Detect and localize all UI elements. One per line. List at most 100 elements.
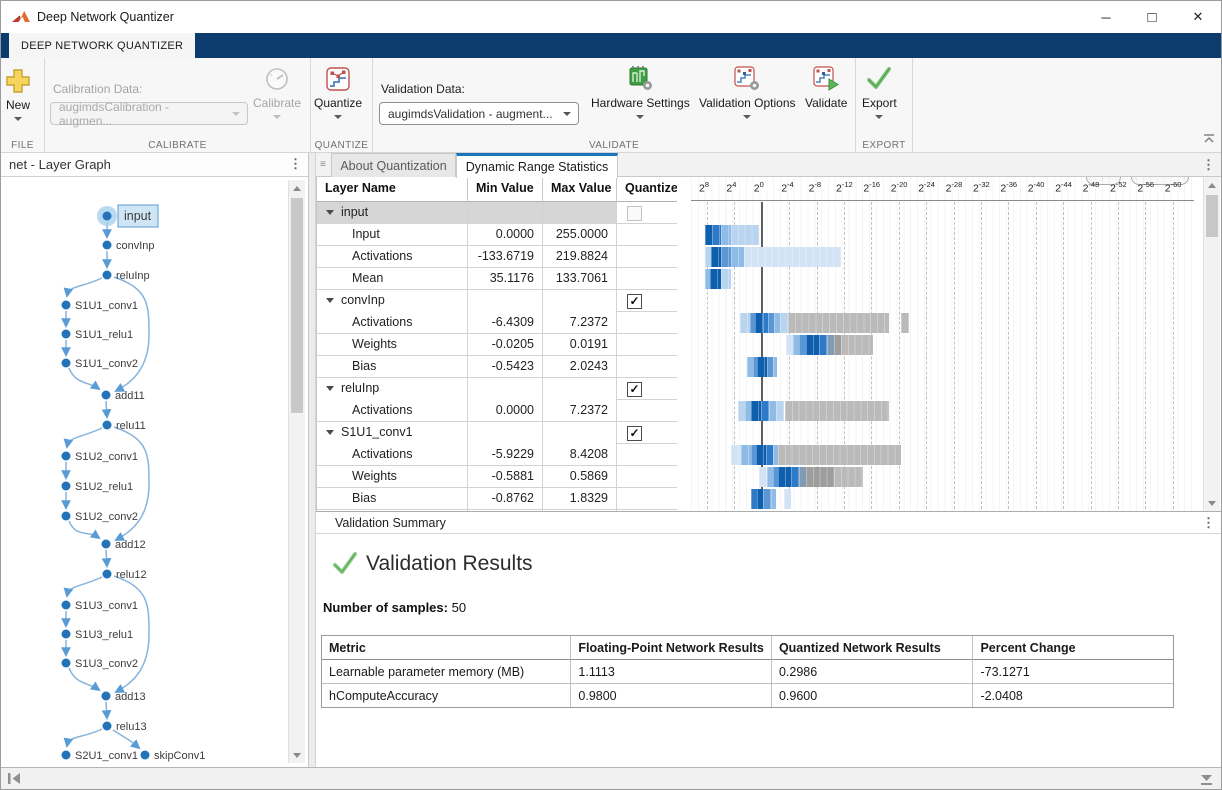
graph-node-add11[interactable]: add11 bbox=[102, 390, 145, 402]
quantize-checkbox[interactable]: ✓ bbox=[627, 426, 642, 441]
graph-node-convInp[interactable]: convInp bbox=[103, 240, 155, 252]
table-row[interactable]: Bias-0.54232.0243 bbox=[317, 356, 677, 378]
graph-node-S1U2_relu1[interactable]: S1U2_relu1 bbox=[62, 481, 134, 493]
minimize-button[interactable]: ─ bbox=[1083, 1, 1129, 33]
min-value bbox=[468, 378, 543, 400]
graph-node-S1U3_conv2[interactable]: S1U3_conv2 bbox=[62, 658, 139, 670]
calibrate-button[interactable]: Calibrate bbox=[253, 62, 301, 119]
validation-summary-menu-icon[interactable]: ⋮ bbox=[1202, 515, 1215, 531]
graph-node-S1U3_relu1[interactable]: S1U3_relu1 bbox=[62, 629, 134, 641]
combo-caret-icon bbox=[232, 112, 240, 116]
validate-button[interactable]: Validate bbox=[805, 62, 847, 110]
table-row[interactable]: Weights-0.02050.0191 bbox=[317, 334, 677, 356]
graph-node-relu11[interactable]: relu11 bbox=[103, 420, 146, 432]
table-row[interactable]: Activations-5.92298.4208 bbox=[317, 444, 677, 466]
layer-graph-scrollbar[interactable] bbox=[288, 180, 305, 763]
maximize-button[interactable]: □ bbox=[1129, 1, 1175, 33]
document-menu-icon[interactable]: ⋮ bbox=[1202, 157, 1215, 173]
expand-caret-icon[interactable] bbox=[326, 210, 334, 215]
table-row[interactable]: Weights-0.58810.5869 bbox=[317, 466, 677, 488]
scrollbar-thumb[interactable] bbox=[291, 198, 303, 413]
table-row[interactable]: reluInp✓ bbox=[317, 378, 677, 400]
validation-results-heading: Validation Results bbox=[366, 552, 533, 576]
graph-node-add12[interactable]: add12 bbox=[102, 539, 146, 551]
scroll-down-icon[interactable] bbox=[289, 747, 305, 763]
quantize-button[interactable]: Quantize bbox=[314, 62, 362, 119]
col-min-value[interactable]: Min Value bbox=[468, 177, 543, 202]
min-value bbox=[468, 422, 543, 444]
col-max-value[interactable]: Max Value bbox=[543, 177, 617, 202]
export-button[interactable]: Export bbox=[862, 62, 897, 119]
scrollbar-thumb[interactable] bbox=[1206, 195, 1218, 237]
group-file: New FILE bbox=[1, 58, 45, 153]
table-row[interactable]: Input0.0000255.0000 bbox=[317, 224, 677, 246]
graph-node-add13[interactable]: add13 bbox=[102, 691, 146, 703]
histogram-scrollbar[interactable] bbox=[1203, 177, 1220, 511]
gridline bbox=[1063, 202, 1064, 509]
validation-options-button[interactable]: Validation Options bbox=[699, 62, 796, 119]
layer-graph-menu-icon[interactable]: ⋮ bbox=[289, 156, 302, 172]
max-value: 7.2372 bbox=[543, 312, 617, 334]
parameter-name: Input bbox=[317, 224, 468, 246]
graph-node-S1U1_conv1[interactable]: S1U1_conv1 bbox=[62, 300, 139, 312]
col-quantize[interactable]: Quantize bbox=[617, 177, 677, 202]
graph-node-input[interactable]: input bbox=[97, 205, 158, 227]
graph-node-S1U3_conv1[interactable]: S1U3_conv1 bbox=[62, 600, 139, 612]
graph-node-S1U2_conv2[interactable]: S1U2_conv2 bbox=[62, 511, 139, 523]
graph-node-S2U1_conv1[interactable]: S2U1_conv1 bbox=[62, 750, 139, 762]
quantize-checkbox[interactable]: ✓ bbox=[627, 294, 642, 309]
quantize-checkbox[interactable] bbox=[627, 206, 642, 221]
validation-table-header: MetricFloating-Point Network ResultsQuan… bbox=[322, 636, 1173, 660]
expand-caret-icon[interactable] bbox=[326, 430, 334, 435]
table-row[interactable]: convInp✓ bbox=[317, 290, 677, 312]
close-button[interactable]: ✕ bbox=[1175, 1, 1221, 33]
graph-node-S1U1_conv2[interactable]: S1U1_conv2 bbox=[62, 358, 139, 370]
quantize-checkbox[interactable]: ✓ bbox=[627, 382, 642, 397]
histogram-bar-segment bbox=[769, 401, 776, 421]
new-button[interactable]: New bbox=[5, 64, 31, 121]
calibrate-caret-icon bbox=[273, 115, 281, 119]
hardware-settings-button[interactable]: Hardware Settings bbox=[591, 62, 690, 119]
layer-graph-canvas[interactable]: input convInp reluInp S1U1_conv1 S1U1_relu1 S… bbox=[1, 178, 308, 767]
axis-line bbox=[691, 200, 1194, 201]
graph-node-skipConv1[interactable]: skipConv1 bbox=[141, 750, 206, 762]
graph-node-S1U1_relu1[interactable]: S1U1_relu1 bbox=[62, 329, 134, 341]
tab-list-icon[interactable]: ≡ bbox=[320, 159, 326, 170]
table-row[interactable]: input bbox=[317, 202, 677, 224]
panel-splitter[interactable] bbox=[309, 153, 316, 767]
tab-deep-network-quantizer[interactable]: DEEP NETWORK QUANTIZER bbox=[9, 33, 195, 58]
calibration-data-combobox[interactable]: augimdsCalibration - augmen... bbox=[50, 102, 248, 125]
scroll-up-icon[interactable] bbox=[1204, 177, 1220, 193]
table-row[interactable]: Activations-133.6719219.8824 bbox=[317, 246, 677, 268]
histogram-bar-segment bbox=[841, 335, 873, 355]
tab-dynamic-range-statistics[interactable]: Dynamic Range Statistics bbox=[456, 153, 618, 178]
graph-node-reluInp[interactable]: reluInp bbox=[103, 270, 150, 282]
scroll-up-icon[interactable] bbox=[289, 180, 305, 196]
graph-node-relu12[interactable]: relu12 bbox=[103, 569, 147, 581]
gridline bbox=[1145, 202, 1146, 509]
layer-name: input bbox=[341, 205, 368, 219]
expand-caret-icon[interactable] bbox=[326, 386, 334, 391]
layer-graph-panel: net - Layer Graph ⋮ inputconvInpreluInpS… bbox=[1, 153, 309, 767]
table-body: input Input0.0000255.0000Activations-133.… bbox=[317, 202, 677, 511]
table-row[interactable]: S1U1_conv1✓ bbox=[317, 422, 677, 444]
validation-results-area: Validation Results Number of samples: 50… bbox=[316, 534, 1221, 767]
scroll-down-icon[interactable] bbox=[1204, 495, 1220, 511]
collapse-down-icon[interactable] bbox=[1199, 773, 1214, 790]
tab-about-quantization[interactable]: About Quantization bbox=[331, 153, 456, 177]
col-layer-name[interactable]: Layer Name bbox=[317, 177, 468, 202]
table-row[interactable]: Activations-6.43097.2372 bbox=[317, 312, 677, 334]
histogram-bar-segment bbox=[799, 467, 806, 487]
collapse-ribbon-icon[interactable] bbox=[1203, 131, 1215, 149]
histogram-bar-segment bbox=[791, 467, 799, 487]
table-row[interactable]: Bias-0.87621.8329 bbox=[317, 488, 677, 510]
graph-node-relu13[interactable]: relu13 bbox=[103, 721, 147, 733]
validation-data-combobox[interactable]: augimdsValidation - augment... bbox=[379, 102, 579, 125]
table-row[interactable]: Mean35.1176133.7061 bbox=[317, 268, 677, 290]
graph-node-S1U2_conv1[interactable]: S1U2_conv1 bbox=[62, 451, 139, 463]
collapse-left-icon[interactable] bbox=[7, 772, 23, 790]
histogram-bar-segment bbox=[731, 247, 744, 267]
expand-caret-icon[interactable] bbox=[326, 298, 334, 303]
table-row[interactable]: Activations0.00007.2372 bbox=[317, 400, 677, 422]
gridline bbox=[1118, 202, 1119, 509]
